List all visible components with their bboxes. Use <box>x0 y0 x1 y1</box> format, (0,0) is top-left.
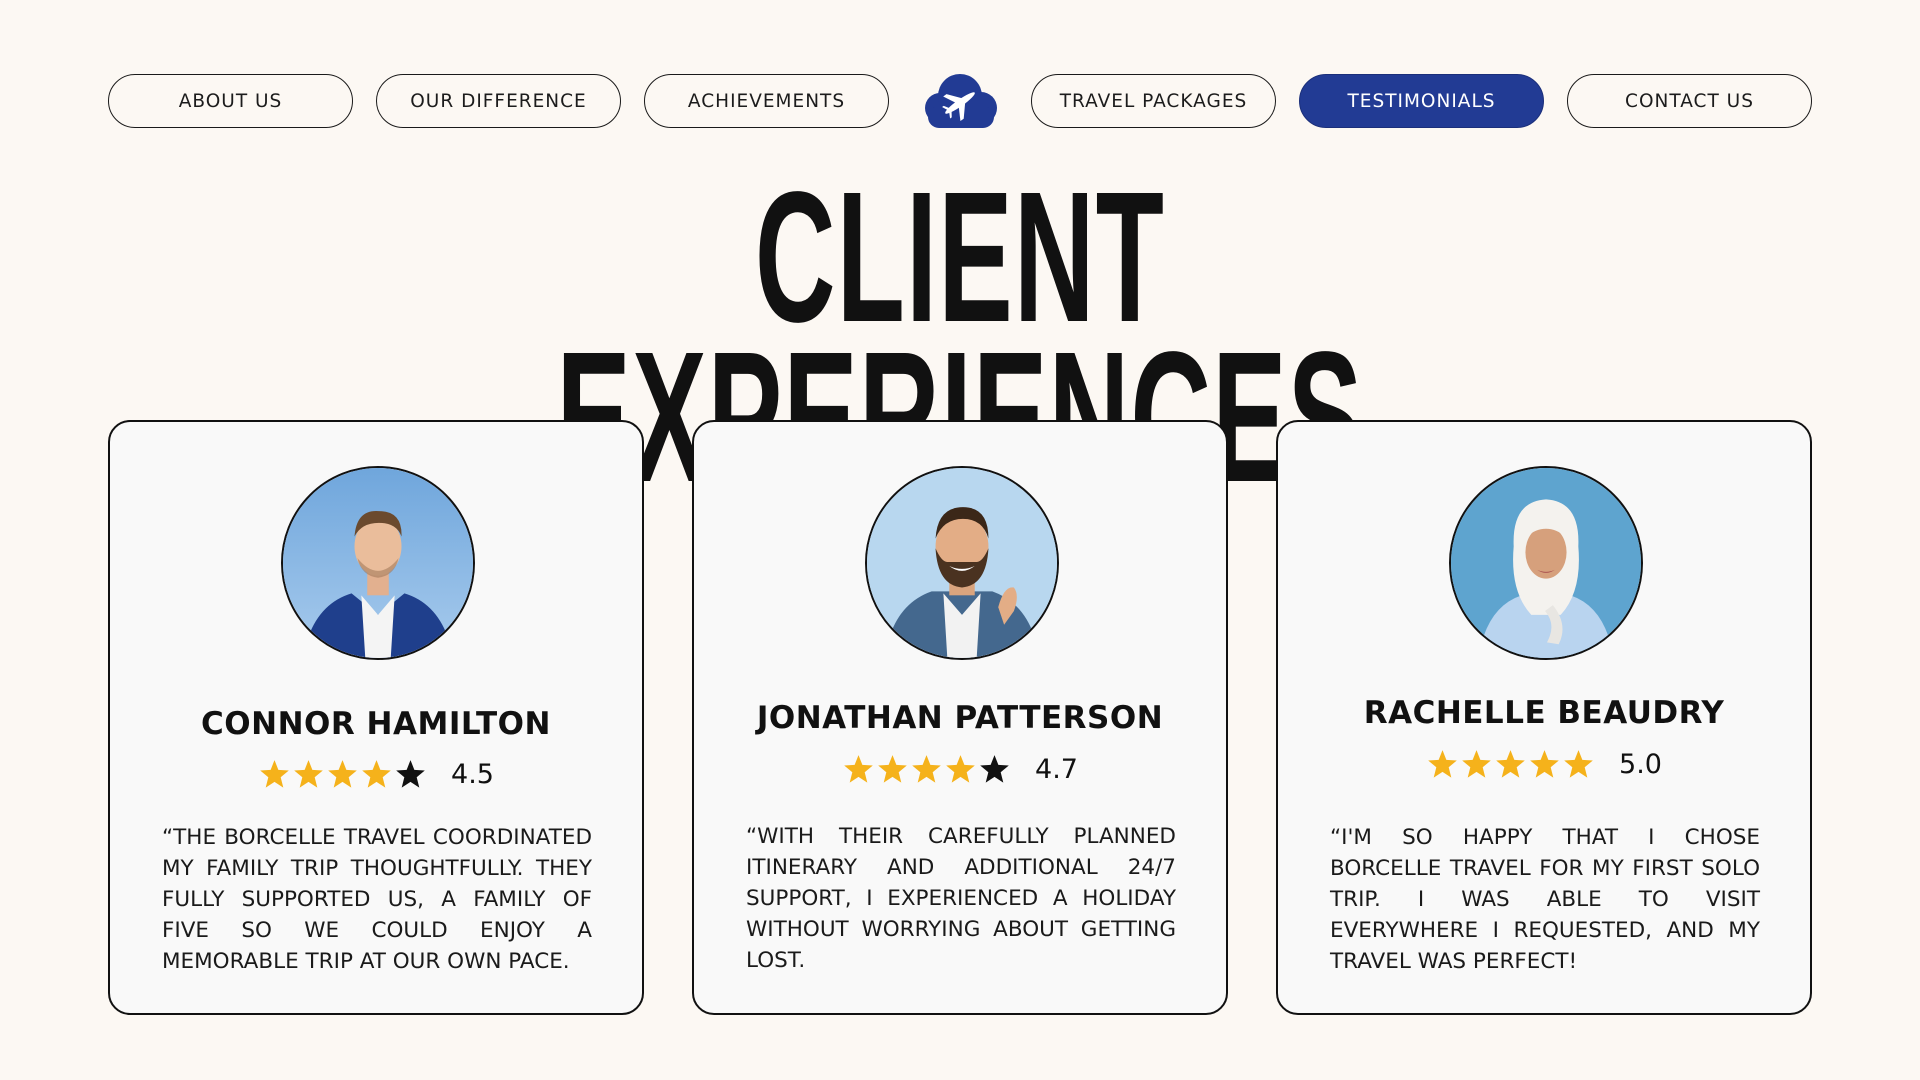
testimonial-card: CONNOR HAMILTON 4.5 “THE BORCELLE TRAVEL… <box>108 420 644 1015</box>
client-name: RACHELLE BEAUDRY <box>1363 695 1725 731</box>
testimonial-quote: “WITH THEIR CAREFULLY PLANNED ITINERARY … <box>746 824 1176 973</box>
avatar <box>281 466 475 660</box>
star-rating <box>842 753 1011 786</box>
avatar <box>865 466 1059 660</box>
nav-achievements-button[interactable]: ACHIEVEMENTS <box>644 74 889 128</box>
testimonial-quote: “THE BORCELLE TRAVEL COORDINATED MY FAMI… <box>162 825 592 974</box>
rating: 4.5 <box>110 758 642 791</box>
client-name: JONATHAN PATTERSON <box>756 700 1164 736</box>
star-filled-icon <box>328 760 357 788</box>
star-empty-icon <box>396 760 425 788</box>
nav-about-us-button[interactable]: ABOUT US <box>108 74 353 128</box>
star-filled-icon <box>946 755 975 783</box>
cloud-airplane-icon[interactable] <box>918 70 1000 132</box>
avatar <box>1449 466 1643 660</box>
star-filled-icon <box>878 755 907 783</box>
testimonial-card: RACHELLE BEAUDRY 5.0 “I'M SO HAPPY THAT … <box>1276 420 1812 1015</box>
rating-score: 5.0 <box>1619 749 1662 780</box>
star-filled-icon <box>1428 750 1457 778</box>
star-filled-icon <box>1462 750 1491 778</box>
testimonial-quote: “I'M SO HAPPY THAT I CHOSE BORCELLE TRAV… <box>1330 825 1760 974</box>
nav-travel-packages-button[interactable]: TRAVEL PACKAGES <box>1031 74 1276 128</box>
nav-testimonials-button[interactable]: TESTIMONIALS <box>1299 74 1544 128</box>
testimonial-card: JONATHAN PATTERSON 4.7 “WITH THEIR CAREF… <box>692 420 1228 1015</box>
nav-contact-us-button[interactable]: CONTACT US <box>1567 74 1812 128</box>
star-rating <box>258 758 427 791</box>
client-name: CONNOR HAMILTON <box>201 706 551 742</box>
rating: 4.7 <box>694 753 1226 786</box>
star-filled-icon <box>1530 750 1559 778</box>
star-filled-icon <box>1564 750 1593 778</box>
star-filled-icon <box>844 755 873 783</box>
rating-score: 4.7 <box>1035 754 1078 785</box>
star-rating <box>1426 748 1595 781</box>
star-filled-icon <box>1496 750 1525 778</box>
top-navigation: ABOUT US OUR DIFFERENCE ACHIEVEMENTS TRA… <box>108 74 1812 128</box>
star-filled-icon <box>294 760 323 788</box>
star-filled-icon <box>362 760 391 788</box>
rating-score: 4.5 <box>451 759 494 790</box>
rating: 5.0 <box>1278 748 1810 781</box>
nav-our-difference-button[interactable]: OUR DIFFERENCE <box>376 74 621 128</box>
star-filled-icon <box>912 755 941 783</box>
star-empty-icon <box>980 755 1009 783</box>
star-filled-icon <box>260 760 289 788</box>
